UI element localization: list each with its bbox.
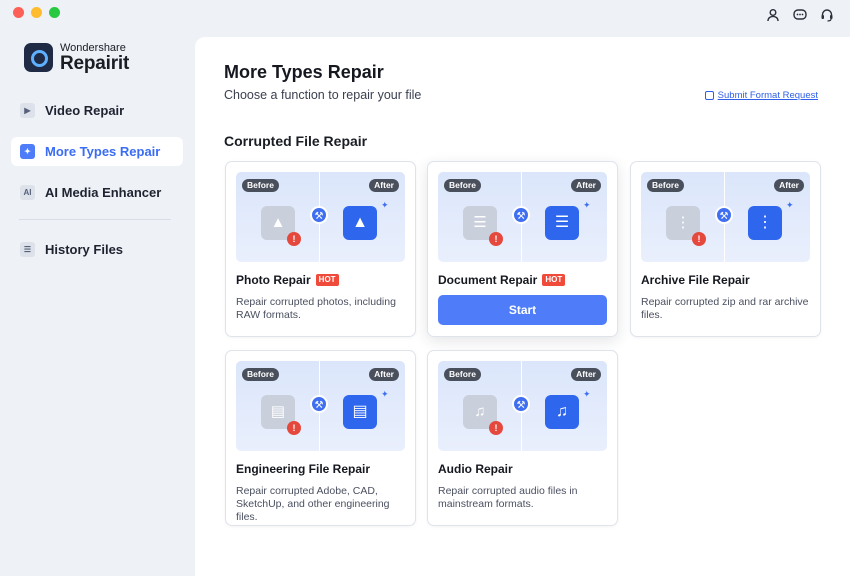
start-button[interactable]: Start [438,295,607,325]
top-toolbar [766,8,834,22]
sidebar-item-label: History Files [45,242,124,257]
sparkle-icon: ✦ [381,389,389,399]
submit-format-request-link[interactable]: Submit Format Request [704,90,818,101]
play-icon: ▶ [20,103,35,118]
wrench-icon: ✦ [20,144,35,159]
external-link-icon [704,91,714,100]
sidebar-item-ai-media-enhancer[interactable]: AI AI Media Enhancer [11,178,183,207]
card-title-text: Archive File Repair [641,273,750,287]
folder-icon: ▤ [343,395,377,429]
page-title: More Types Repair [224,62,384,82]
after-tag: After [369,179,399,192]
sidebar-item-video-repair[interactable]: ▶ Video Repair [11,96,183,125]
repair-wrench-icon: ⚒ [512,206,530,224]
chat-feedback-icon[interactable] [793,8,807,22]
before-tag: Before [242,368,279,381]
corrupted-archive-icon: ⋮! [666,206,706,246]
before-after-thumbnail: Before After ⋮! ⚒ ⋮ ✦ [641,172,810,262]
document-icon: ☰ [545,206,579,240]
hot-badge: HOT [542,274,566,286]
sparkle-icon: ✦ [381,200,389,210]
sidebar-item-history-files[interactable]: ☰ History Files [11,235,183,264]
before-tag: Before [647,179,684,192]
card-description: Repair corrupted photos, including RAW f… [236,296,396,321]
error-icon: ! [287,232,301,246]
submit-link-label: Submit Format Request [717,90,818,101]
sparkle-icon: ✦ [583,200,591,210]
error-icon: ! [692,232,706,246]
card-description: Repair corrupted Adobe, CAD, SketchUp, a… [236,485,390,523]
repair-wrench-icon: ⚒ [715,206,733,224]
corrupted-folder-icon: ▤! [261,395,301,435]
card-title-text: Audio Repair [438,462,513,476]
main-panel: More Types Repair Choose a function to r… [195,37,850,576]
product-name: Repairit [60,53,130,74]
card-title: Engineering File Repair [236,462,370,476]
music-icon: ♫ [545,395,579,429]
corrupted-audio-icon: ♫! [463,395,503,435]
card-title: Audio Repair [438,462,513,476]
after-tag: After [774,179,804,192]
archive-icon: ⋮ [748,206,782,240]
before-tag: Before [444,368,481,381]
corrupted-photo-icon: ▲! [261,206,301,246]
repair-wrench-icon: ⚒ [310,206,328,224]
card-title: Photo Repair HOT [236,273,339,287]
hot-badge: HOT [315,274,339,286]
card-title-text: Photo Repair [236,273,311,287]
repairit-logo-icon [24,43,53,72]
card-title-text: Document Repair [438,273,538,287]
headset-support-icon[interactable] [820,8,834,22]
before-after-thumbnail: Before After ▤! ⚒ ▤ ✦ [236,361,405,451]
photo-icon: ▲ [343,206,377,240]
app-logo: Wondershare Repairit [24,42,129,73]
card-archive-file-repair[interactable]: Before After ⋮! ⚒ ⋮ ✦ Archive File Repai… [630,161,821,337]
sidebar-divider [19,219,171,220]
card-document-repair[interactable]: Before After ☰! ⚒ ☰ ✦ Document Repair HO… [427,161,618,337]
card-engineering-file-repair[interactable]: Before After ▤! ⚒ ▤ ✦ Engineering File R… [225,350,416,526]
card-description: Repair corrupted zip and rar archive fil… [641,296,809,321]
sidebar-item-label: AI Media Enhancer [45,185,162,200]
card-title: Archive File Repair [641,273,750,287]
ai-icon: AI [20,185,35,200]
card-description: Repair corrupted audio files in mainstre… [438,485,578,510]
sidebar-item-more-types-repair[interactable]: ✦ More Types Repair [11,137,183,166]
error-icon: ! [489,421,503,435]
list-icon: ☰ [20,242,35,257]
card-title-text: Engineering File Repair [236,462,371,476]
card-title: Document Repair HOT [438,273,566,287]
before-after-thumbnail: Before After ▲! ⚒ ▲ ✦ [236,172,405,262]
sparkle-icon: ✦ [786,200,794,210]
section-title: Corrupted File Repair [224,133,368,149]
repair-wrench-icon: ⚒ [512,395,530,413]
page-subtitle: Choose a function to repair your file [224,88,422,102]
before-after-thumbnail: Before After ☰! ⚒ ☰ ✦ [438,172,607,262]
card-audio-repair[interactable]: Before After ♫! ⚒ ♫ ✦ Audio Repair Repai… [427,350,618,526]
card-photo-repair[interactable]: Before After ▲! ⚒ ▲ ✦ Photo Repair HOT R… [225,161,416,337]
sidebar-nav: ▶ Video Repair ✦ More Types Repair AI AI… [11,96,183,276]
before-tag: Before [444,179,481,192]
after-tag: After [369,368,399,381]
after-tag: After [571,179,601,192]
error-icon: ! [489,232,503,246]
repair-wrench-icon: ⚒ [310,395,328,413]
before-after-thumbnail: Before After ♫! ⚒ ♫ ✦ [438,361,607,451]
sidebar-item-label: More Types Repair [45,144,161,159]
corrupted-document-icon: ☰! [463,206,503,246]
sidebar: Wondershare Repairit ▶ Video Repair ✦ Mo… [0,0,195,576]
sidebar-item-label: Video Repair [45,103,125,118]
sparkle-icon: ✦ [583,389,591,399]
before-tag: Before [242,179,279,192]
error-icon: ! [287,421,301,435]
account-icon[interactable] [766,8,780,22]
after-tag: After [571,368,601,381]
